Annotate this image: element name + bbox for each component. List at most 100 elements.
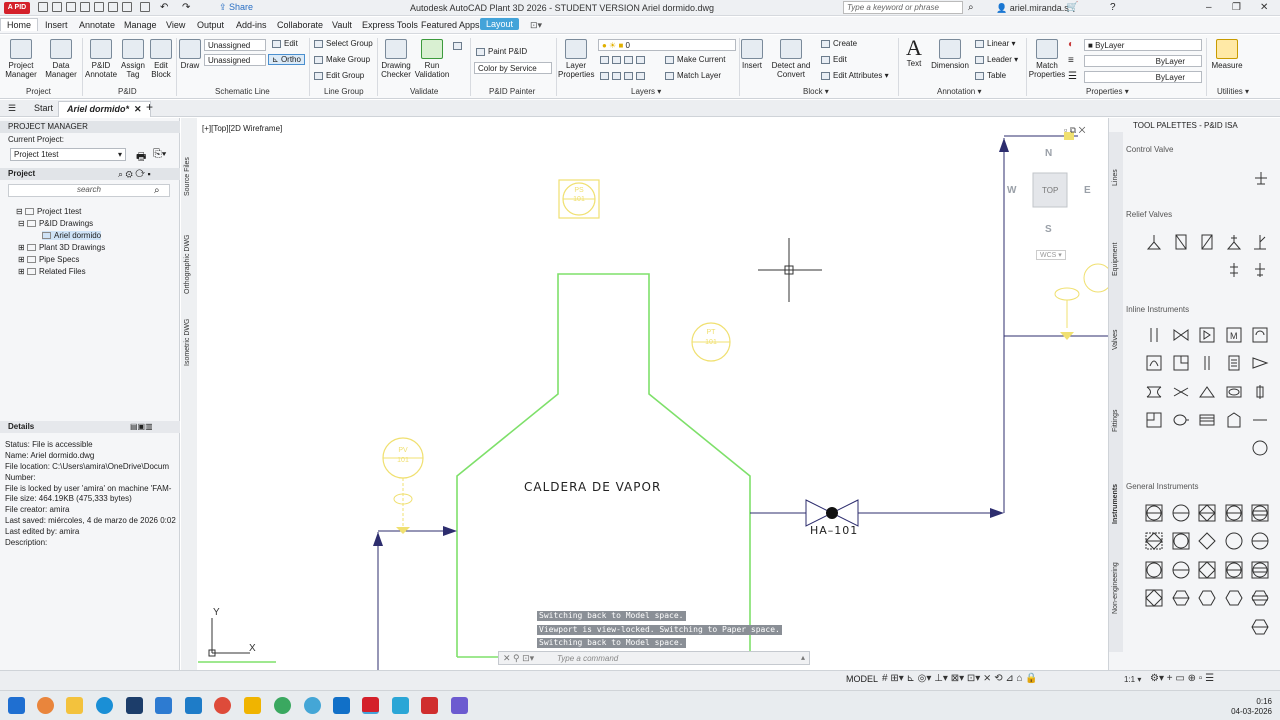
drawing-canvas[interactable]: [198, 118, 1108, 670]
new-icon[interactable]: [38, 2, 48, 12]
layer-properties-button[interactable]: Layer Properties: [558, 39, 594, 79]
viewcube-east[interactable]: E: [1084, 185, 1091, 196]
inline-instrument-tool[interactable]: [1251, 326, 1269, 344]
windows-start-icon[interactable]: [8, 697, 25, 714]
inline-instrument-tool[interactable]: [1251, 354, 1269, 372]
measure-button[interactable]: Measure: [1210, 39, 1244, 70]
line-service-dropdown[interactable]: Unassigned: [204, 54, 266, 66]
minimize-icon[interactable]: –: [1206, 2, 1212, 13]
navisworks-icon[interactable]: [392, 697, 409, 714]
assign-tag-button[interactable]: Assign Tag: [118, 39, 148, 79]
group-label-annotation[interactable]: Annotation ▾: [937, 87, 982, 96]
relief-valve-tool[interactable]: [1172, 233, 1190, 251]
tab-insert[interactable]: Insert: [45, 20, 68, 30]
general-instrument-tool[interactable]: [1145, 561, 1163, 579]
tab-express-tools[interactable]: Express Tools: [362, 20, 418, 30]
tab-output[interactable]: Output: [197, 20, 224, 30]
tab-home[interactable]: Home: [0, 18, 39, 31]
general-instrument-tool[interactable]: [1251, 589, 1269, 607]
terminal-icon[interactable]: [126, 697, 143, 714]
model-space-toggle[interactable]: MODEL: [846, 674, 878, 684]
data-manager-button[interactable]: Data Manager: [44, 39, 78, 79]
file-explorer-icon[interactable]: [66, 697, 83, 714]
details-view-icons[interactable]: ▤▣▥: [130, 422, 153, 431]
inline-instrument-tool[interactable]: [1225, 411, 1243, 429]
user-account[interactable]: 👤 ariel.miranda.s: [996, 3, 1069, 14]
viewcube-north[interactable]: N: [1045, 148, 1052, 159]
snipping-tool-icon[interactable]: [451, 697, 468, 714]
tree-item-pipe-specs[interactable]: ⊞ Pipe Specs: [18, 255, 79, 264]
edit-line-button[interactable]: Edit: [272, 39, 298, 48]
general-instrument-tool[interactable]: [1251, 504, 1269, 522]
search-icon[interactable]: ⌕: [154, 185, 160, 196]
tab-orthographic-dwg[interactable]: Orthographic DWG: [184, 234, 191, 294]
make-current-button[interactable]: Make Current: [665, 55, 725, 64]
tab-overflow-icon[interactable]: ⊡▾: [530, 20, 542, 31]
inline-instrument-tool[interactable]: [1172, 326, 1190, 344]
store-icon[interactable]: [185, 697, 202, 714]
tree-item-related-files[interactable]: ⊞ Related Files: [18, 267, 86, 276]
maximize-icon[interactable]: ❐: [1232, 2, 1241, 13]
control-valve-tool[interactable]: [1252, 168, 1270, 186]
project-options-icon[interactable]: ⎘▾: [153, 148, 166, 161]
viewcube-top-face[interactable]: TOP: [1042, 186, 1058, 195]
drawing-checker-button[interactable]: Drawing Checker: [379, 39, 413, 79]
tab-collaborate[interactable]: Collaborate: [277, 20, 323, 30]
ortho-toggle[interactable]: ⊾ Ortho: [268, 54, 305, 65]
tab-layout[interactable]: Layout: [480, 18, 520, 30]
viewcube-west[interactable]: W: [1007, 185, 1016, 196]
inline-instrument-tool[interactable]: [1172, 383, 1190, 401]
general-instrument-tool[interactable]: [1172, 561, 1190, 579]
group-label-layers[interactable]: Layers ▾: [631, 87, 661, 96]
viewcube-south[interactable]: S: [1045, 224, 1052, 235]
search-filter-icon[interactable]: ⌕ ⚙ ⟳ ▪: [118, 169, 151, 180]
select-group-button[interactable]: Select Group: [314, 39, 373, 48]
yellow-instrument-right[interactable]: [1083, 263, 1108, 293]
file-tabs-menu-icon[interactable]: ☰: [8, 103, 16, 114]
undo-icon[interactable]: ↶: [160, 2, 168, 13]
project-manager-button[interactable]: Project Manager: [4, 39, 38, 79]
wcs-menu[interactable]: WCS ▾: [1036, 250, 1066, 260]
tree-item-pid-drawings[interactable]: ⊟ P&ID Drawings: [18, 219, 93, 228]
layer-tools-row-2[interactable]: [600, 71, 648, 80]
tab-equipment[interactable]: Equipment: [1112, 243, 1119, 276]
inline-instrument-tool[interactable]: [1145, 411, 1163, 429]
system-clock[interactable]: 0:16 04-03-2026: [1231, 697, 1272, 717]
help-search-input[interactable]: Type a keyword or phrase: [843, 1, 963, 14]
inline-instrument-tool[interactable]: [1251, 411, 1269, 429]
print-icon[interactable]: 🖶: [136, 148, 146, 167]
general-instrument-tool[interactable]: [1145, 589, 1163, 607]
save-as-icon[interactable]: [80, 2, 90, 12]
paint-pid-button[interactable]: Paint P&ID: [476, 47, 527, 56]
inline-instrument-tool[interactable]: [1145, 354, 1163, 372]
block-create-button[interactable]: Create: [821, 39, 857, 48]
relief-valve-tool[interactable]: [1225, 261, 1243, 279]
chrome-icon[interactable]: [214, 697, 231, 714]
make-group-button[interactable]: Make Group: [314, 55, 370, 64]
open-web-icon[interactable]: [108, 2, 118, 12]
tab-lines[interactable]: Lines: [1112, 169, 1119, 186]
tab-fittings[interactable]: Fittings: [1112, 409, 1119, 432]
general-instrument-tool[interactable]: [1198, 532, 1216, 550]
group-label-utilities[interactable]: Utilities ▾: [1217, 87, 1249, 96]
yellow-valve-top-right[interactable]: [1054, 287, 1080, 301]
inline-instrument-tool[interactable]: [1198, 326, 1216, 344]
widgets-icon[interactable]: [37, 697, 54, 714]
inline-instrument-tool[interactable]: [1172, 411, 1190, 429]
draw-button[interactable]: Draw: [178, 39, 202, 70]
tab-featured-apps[interactable]: Featured Apps: [421, 20, 480, 30]
tab-isometric-dwg[interactable]: Isometric DWG: [184, 319, 191, 366]
inline-instrument-tool[interactable]: [1251, 383, 1269, 401]
tree-item-ariel-dormido[interactable]: Ariel dormido: [42, 231, 102, 240]
tab-view[interactable]: View: [166, 20, 185, 30]
layer-tools-row[interactable]: [600, 55, 648, 64]
chrome-profile-2-icon[interactable]: [304, 697, 321, 714]
command-close-icon[interactable]: ✕ ⚲ ⊡▾: [503, 653, 534, 664]
general-instrument-tool[interactable]: [1225, 561, 1243, 579]
general-instrument-tool[interactable]: [1172, 532, 1190, 550]
command-line[interactable]: ✕ ⚲ ⊡▾ Type a command ▴: [498, 651, 810, 665]
relief-valve-tool[interactable]: [1251, 261, 1269, 279]
tab-vault[interactable]: Vault: [332, 20, 352, 30]
relief-valve-tool[interactable]: [1145, 233, 1163, 251]
table-button[interactable]: Table: [975, 71, 1006, 80]
